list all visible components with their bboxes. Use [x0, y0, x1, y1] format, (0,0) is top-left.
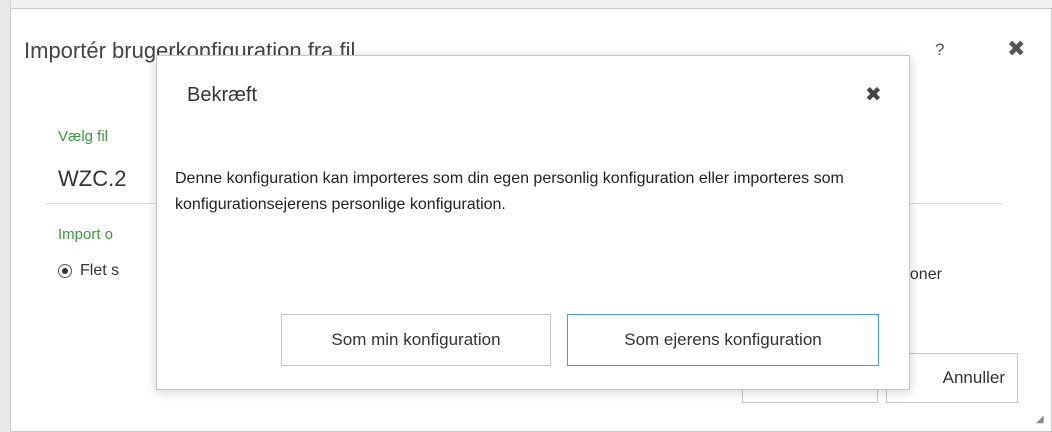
radio-selected-icon[interactable]: [58, 264, 72, 278]
as-my-config-button[interactable]: Som min konfiguration: [281, 314, 551, 366]
resize-grip-icon[interactable]: ◢: [1036, 414, 1044, 425]
file-name-value: WZC.2: [58, 166, 127, 191]
merge-radio-option[interactable]: Flet s: [58, 262, 119, 280]
modal-title: Bekræft: [187, 84, 258, 106]
import-option-label: Import o: [58, 226, 114, 243]
merge-radio-label: Flet s: [80, 262, 120, 279]
close-icon[interactable]: ✖: [1007, 36, 1025, 62]
help-icon[interactable]: ?: [935, 40, 944, 60]
modal-close-icon[interactable]: ✖: [865, 82, 882, 107]
confirm-modal: Bekræft ✖ Denne konfiguration kan import…: [156, 55, 910, 390]
as-owner-config-button[interactable]: Som ejerens konfiguration: [567, 314, 879, 366]
file-field-label: Vælg fil: [58, 128, 109, 145]
modal-message: Denne konfiguration kan importeres som d…: [175, 170, 844, 213]
